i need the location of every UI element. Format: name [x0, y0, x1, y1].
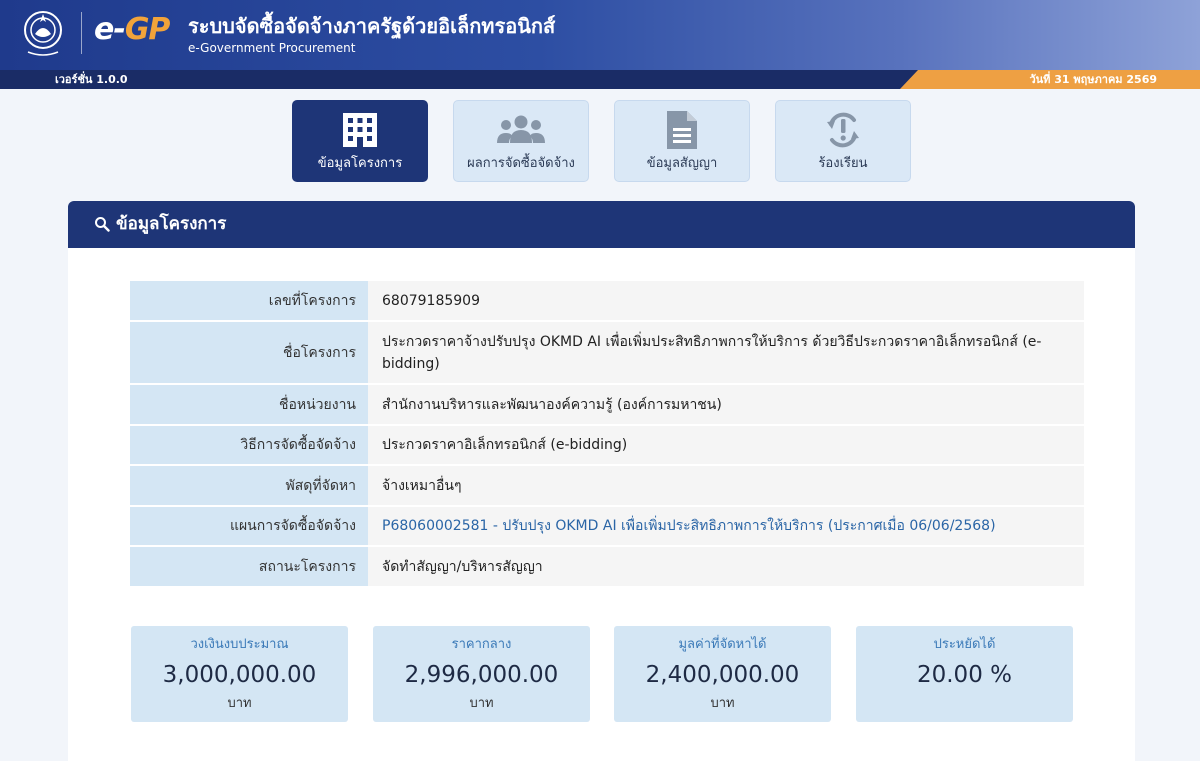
info-value: จัดทำสัญญา/บริหารสัญญา — [368, 547, 1084, 586]
date-banner: วันที่ 31 พฤษภาคม 2569 — [900, 70, 1200, 89]
info-value: 68079185909 — [368, 281, 1084, 320]
card-title: วงเงินงบประมาณ — [190, 637, 289, 652]
logo-gp: GP — [124, 12, 171, 47]
info-value: สำนักงานบริหารและพัฒนาองค์ความรู้ (องค์ก… — [368, 385, 1084, 424]
app-header: e-GP ระบบจัดซื้อจัดจ้างภาครัฐด้วยอิเล็กท… — [0, 0, 1200, 70]
info-row-project-name: ชื่อโครงการ ประกวดราคาจ้างปรับปรุง OKMD … — [130, 322, 1084, 385]
tab-contract-info[interactable]: ข้อมูลสัญญา — [614, 100, 750, 182]
info-row-supplies: พัสดุที่จัดหา จ้างเหมาอื่นๆ — [130, 466, 1084, 507]
tab-procurement-results[interactable]: ผลการจัดซื้อจัดจ้าง — [453, 100, 589, 182]
card-title: ราคากลาง — [451, 637, 512, 652]
document-icon — [667, 111, 697, 149]
card-title: มูลค่าที่จัดหาได้ — [678, 637, 767, 652]
tab-complaints[interactable]: ร้องเรียน — [775, 100, 911, 182]
system-subtitle: e-Government Procurement — [188, 41, 356, 55]
summary-card-budget: วงเงินงบประมาณ 3,000,000.00 บาท — [131, 626, 348, 722]
current-date: วันที่ 31 พฤษภาคม 2569 — [1029, 73, 1157, 86]
info-value: ประกวดราคาอิเล็กทรอนิกส์ (e-bidding) — [368, 426, 1084, 464]
info-label: เลขที่โครงการ — [130, 281, 368, 320]
tab-project-info[interactable]: ข้อมูลโครงการ — [292, 100, 428, 182]
card-value: 20.00 % — [916, 662, 1012, 688]
card-value: 2,400,000.00 — [645, 662, 800, 688]
panel-header: ข้อมูลโครงการ — [68, 201, 1135, 248]
version-bar: เวอร์ชั่น 1.0.0 วันที่ 31 พฤษภาคม 2569 — [0, 70, 1200, 89]
tab-label: ร้องเรียน — [818, 156, 868, 171]
info-label: พัสดุที่จัดหา — [130, 466, 368, 505]
summary-card-procured-value: มูลค่าที่จัดหาได้ 2,400,000.00 บาท — [614, 626, 831, 722]
info-row-agency: ชื่อหน่วยงาน สำนักงานบริหารและพัฒนาองค์ค… — [130, 385, 1084, 426]
project-info-table: เลขที่โครงการ 68079185909 ชื่อโครงการ ปร… — [130, 281, 1084, 588]
info-label: ชื่อหน่วยงาน — [130, 385, 368, 424]
procurement-plan-link[interactable]: P68060002581 - ปรับปรุง OKMD AI เพื่อเพิ… — [368, 507, 1084, 545]
logo-dash: - — [113, 12, 125, 47]
info-label: ชื่อโครงการ — [130, 322, 368, 383]
info-row-procurement-plan: แผนการจัดซื้อจัดจ้าง P68060002581 - ปรับ… — [130, 507, 1084, 547]
info-row-project-status: สถานะโครงการ จัดทำสัญญา/บริหารสัญญา — [130, 547, 1084, 588]
card-unit: บาท — [469, 696, 494, 711]
info-label: วิธีการจัดซื้อจัดจ้าง — [130, 426, 368, 464]
info-row-project-number: เลขที่โครงการ 68079185909 — [130, 281, 1084, 322]
logo-e: e — [94, 12, 114, 47]
info-row-procurement-method: วิธีการจัดซื้อจัดจ้าง ประกวดราคาอิเล็กทร… — [130, 426, 1084, 466]
complaint-refresh-icon — [827, 112, 859, 148]
tab-label: ข้อมูลโครงการ — [317, 156, 403, 171]
info-value: ประกวดราคาจ้างปรับปรุง OKMD AI เพื่อเพิ่… — [368, 322, 1084, 383]
building-icon — [343, 113, 377, 147]
version-text: เวอร์ชั่น 1.0.0 — [55, 73, 128, 86]
info-label: สถานะโครงการ — [130, 547, 368, 586]
card-unit: บาท — [227, 696, 252, 711]
summary-card-median-price: ราคากลาง 2,996,000.00 บาท — [373, 626, 590, 722]
card-value: 2,996,000.00 — [404, 662, 559, 688]
users-icon — [497, 115, 545, 143]
card-unit: บาท — [710, 696, 735, 711]
egp-logo[interactable]: e-GP — [94, 12, 171, 48]
header-divider — [81, 12, 82, 54]
info-label: แผนการจัดซื้อจัดจ้าง — [130, 507, 368, 545]
tab-label: ผลการจัดซื้อจัดจ้าง — [467, 156, 575, 171]
system-title: ระบบจัดซื้อจัดจ้างภาครัฐด้วยอิเล็กทรอนิก… — [188, 14, 556, 38]
panel-title: ข้อมูลโครงการ — [116, 214, 227, 234]
card-title: ประหยัดได้ — [933, 637, 996, 652]
tab-label: ข้อมูลสัญญา — [646, 156, 718, 171]
government-emblem-icon — [24, 11, 62, 56]
summary-card-savings: ประหยัดได้ 20.00 % — [856, 626, 1073, 722]
search-icon — [95, 217, 110, 232]
card-value: 3,000,000.00 — [162, 662, 317, 688]
info-value: จ้างเหมาอื่นๆ — [368, 466, 1084, 505]
